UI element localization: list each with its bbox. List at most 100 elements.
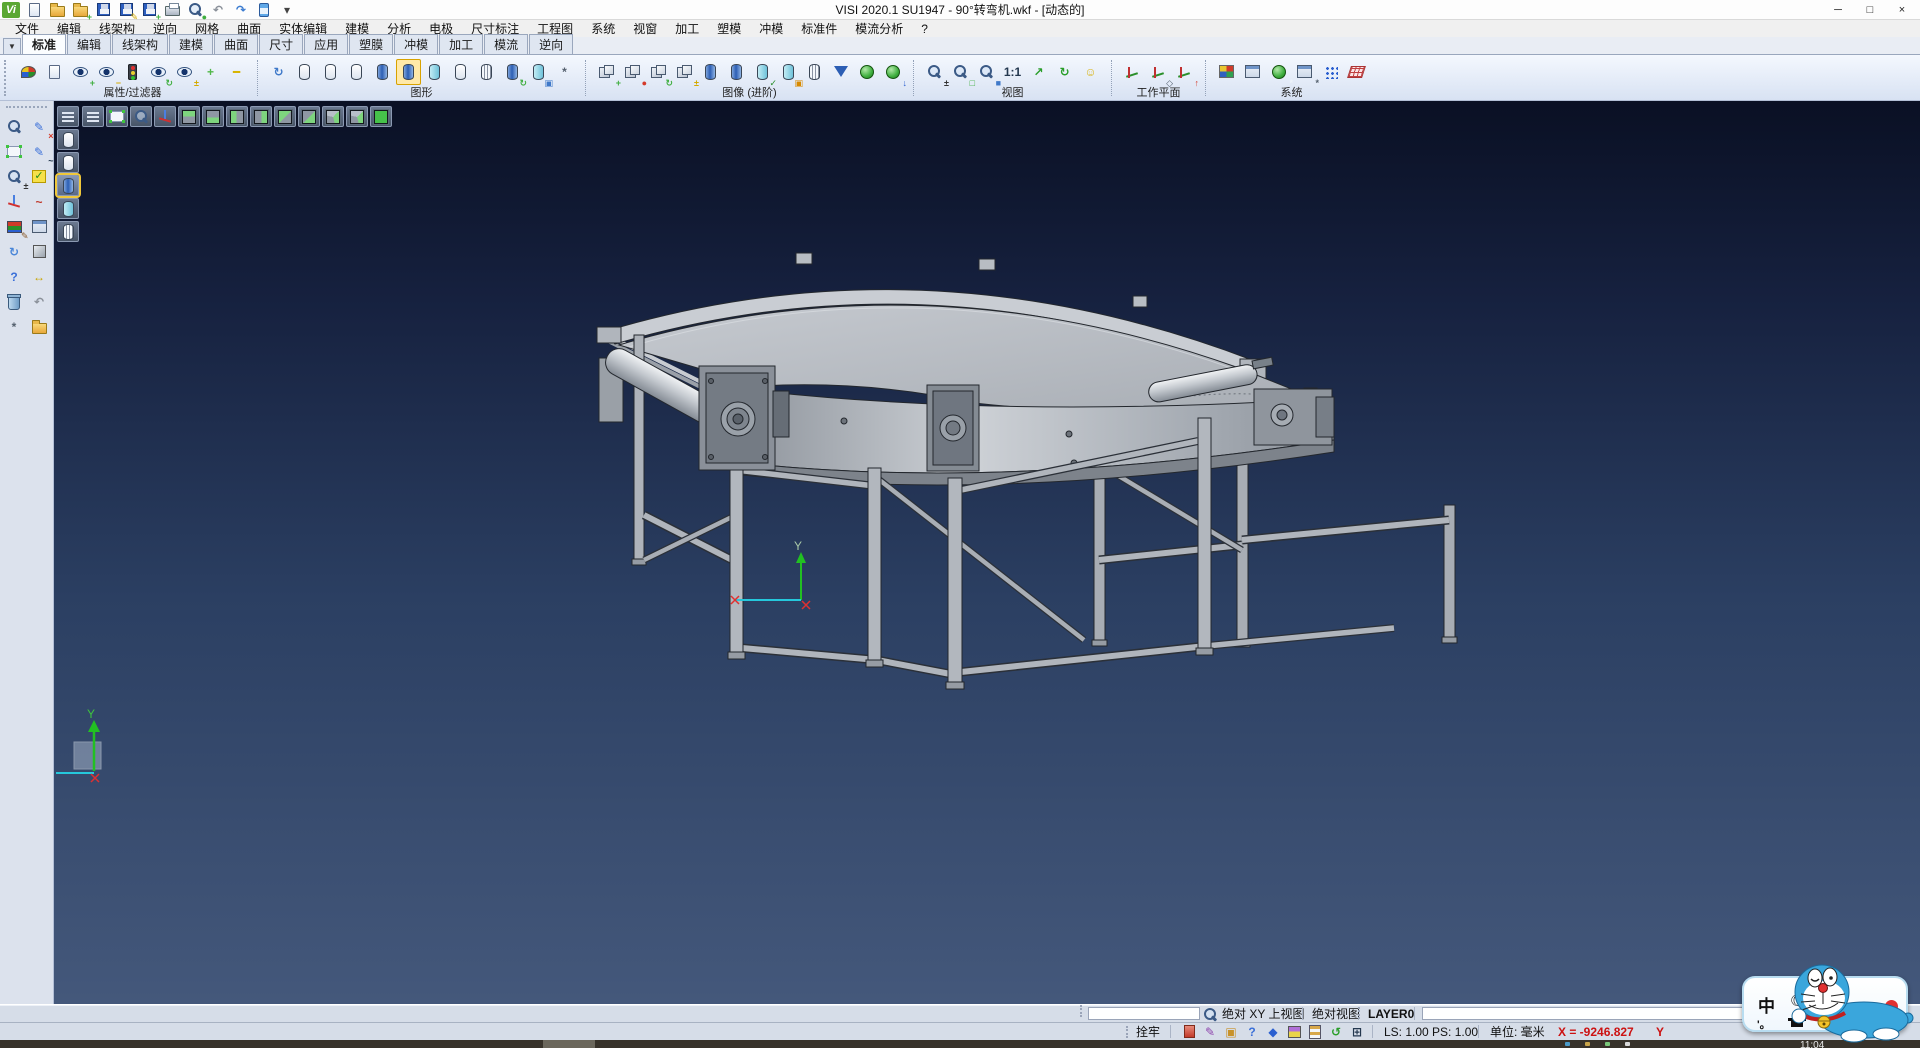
display-button-display-shaded[interactable] <box>57 175 79 196</box>
sidebar-button-selection-box[interactable] <box>2 140 27 163</box>
sidebar-button-preview-zoom[interactable] <box>2 115 27 138</box>
quick-button-save[interactable] <box>93 1 113 19</box>
close-button[interactable]: × <box>1886 1 1918 19</box>
toolbar-button-section-view[interactable] <box>698 59 723 85</box>
status-button-levels[interactable] <box>1306 1024 1324 1040</box>
menu-item-moldflow[interactable]: 模流分析 <box>846 20 912 37</box>
view-button-view-iso-ne[interactable] <box>322 106 344 127</box>
quick-button-history[interactable] <box>254 1 274 19</box>
quick-button-quick-more[interactable]: ▾ <box>277 1 297 19</box>
view-mode-label[interactable]: 绝对 XY 上视图 <box>1222 1005 1304 1022</box>
view-button-view-menu[interactable] <box>82 106 104 127</box>
toolbar-button-section-planes[interactable] <box>724 59 749 85</box>
command-input[interactable] <box>1422 1007 1744 1020</box>
toolbar-button-solids-visibility[interactable]: ● <box>620 59 645 85</box>
toolbar-button-flat-shaded[interactable] <box>448 59 473 85</box>
sidebar-button-confirm-check[interactable]: ✓ <box>27 165 52 188</box>
toolbar-button-workplane-world[interactable] <box>1120 59 1145 85</box>
tray-icon[interactable] <box>1565 1042 1570 1046</box>
status-button-stamp[interactable]: ▣ <box>1222 1024 1240 1040</box>
sidebar-button-context-help[interactable]: ? <box>2 265 27 288</box>
toolbar-button-validate-solid[interactable]: ✓ <box>750 59 775 85</box>
display-button-display-hidden[interactable] <box>57 152 79 173</box>
search-icon[interactable] <box>1203 1006 1218 1023</box>
toolbar-button-hidden-line[interactable] <box>318 59 343 85</box>
toolbar-button-render-quality[interactable]: ↓ <box>880 59 905 85</box>
toolbar-button-hidden-line-dashed[interactable] <box>344 59 369 85</box>
menu-item-system[interactable]: 系统 <box>582 20 624 37</box>
toolbar-button-workplane-3point[interactable]: ↑ <box>1172 59 1197 85</box>
status-button-session-notes[interactable] <box>1180 1024 1198 1040</box>
toolbar-button-shaded[interactable] <box>370 59 395 85</box>
quick-button-preview[interactable]: ● <box>185 1 205 19</box>
tray-icon[interactable] <box>1605 1042 1610 1046</box>
tab-moldflow[interactable]: 模流 <box>484 34 528 54</box>
toolbar-button-workplane-grid[interactable] <box>1344 59 1369 85</box>
sidebar-button-solid-preview[interactable] <box>27 240 52 263</box>
tab-reverse[interactable]: 逆向 <box>529 34 573 54</box>
menu-item-die[interactable]: 冲模 <box>750 20 792 37</box>
toolbar-button-visibility-manager[interactable] <box>120 59 145 85</box>
toolbar-button-show-entities[interactable]: + <box>68 59 93 85</box>
tray-icon[interactable] <box>1585 1042 1590 1046</box>
toolbar-button-window-options[interactable]: * <box>1292 59 1317 85</box>
sidebar-button-curve-edit[interactable]: ~ <box>27 190 52 213</box>
toolbar-button-system-tools[interactable]: * <box>1266 59 1291 85</box>
tab-die[interactable]: 冲模 <box>394 34 438 54</box>
display-button-display-translucent[interactable] <box>57 198 79 219</box>
toolbar-button-wireframe-display[interactable] <box>292 59 317 85</box>
toolbar-button-dynamic-view[interactable]: ☺ <box>1078 59 1103 85</box>
view-button-view-left[interactable] <box>226 106 248 127</box>
toolbar-button-zoom-window[interactable]: □ <box>948 59 973 85</box>
toolbar-button-system-window[interactable] <box>1240 59 1265 85</box>
toolbar-button-filter-properties[interactable] <box>42 59 67 85</box>
view-button-view-bottom[interactable] <box>202 106 224 127</box>
quick-button-new-file[interactable] <box>24 1 44 19</box>
quick-button-redo[interactable]: ↷ <box>231 1 251 19</box>
sidebar-button-sketch-spline[interactable]: ✎~ <box>27 140 52 163</box>
toolbar-button-render-sphere[interactable] <box>854 59 879 85</box>
menu-item-standard-parts[interactable]: 标准件 <box>792 20 846 37</box>
view-button-fit-view[interactable] <box>106 106 128 127</box>
tab-edit[interactable]: 编辑 <box>67 34 111 54</box>
menu-item-mold[interactable]: 塑模 <box>708 20 750 37</box>
toolbar-button-redraw[interactable]: ↻ <box>266 59 291 85</box>
view-button-zoom-view[interactable] <box>130 106 152 127</box>
toolbar-button-snap-grid[interactable] <box>1318 59 1343 85</box>
absolute-view-label[interactable]: 绝对视图 <box>1312 1005 1360 1022</box>
view-button-view-iso-active[interactable] <box>370 106 392 127</box>
view-button-view-iso-nw[interactable] <box>346 106 368 127</box>
status-button-context-info[interactable]: ? <box>1243 1024 1261 1040</box>
sidebar-button-open-project[interactable] <box>27 315 52 338</box>
sidebar-button-delete-entity[interactable] <box>2 290 27 313</box>
toolbar-button-zoom-1-1[interactable]: 1:1 <box>1000 59 1025 85</box>
tray-icon[interactable] <box>1625 1042 1630 1046</box>
tab-standard[interactable]: 标准 <box>22 34 66 54</box>
sidebar-button-measure-distance[interactable]: ↔ <box>27 265 52 288</box>
toolbar-button-show-all[interactable]: + <box>198 59 223 85</box>
toolbar-button-shade-group[interactable]: ↻ <box>500 59 525 85</box>
tab-molding[interactable]: 塑膜 <box>349 34 393 54</box>
sidebar-button-selection-wheel[interactable]: * <box>2 315 27 338</box>
sidebar-button-zoom-toggle[interactable]: ± <box>2 165 27 188</box>
toolbar-button-shade-copy[interactable]: ▣ <box>526 59 551 85</box>
menu-item-window[interactable]: 视窗 <box>624 20 666 37</box>
quick-button-save-as[interactable]: ✎ <box>116 1 136 19</box>
layer-indicator[interactable]: LAYER0 <box>1368 1005 1414 1022</box>
scale-indicator[interactable]: LS: 1.00 PS: 1.00 <box>1384 1023 1478 1040</box>
menu-item-help[interactable]: ? <box>912 22 937 36</box>
maximize-button[interactable]: □ <box>1854 1 1886 19</box>
status-button-grid-toggle[interactable]: ⊞ <box>1348 1024 1366 1040</box>
view-button-view-back[interactable] <box>298 106 320 127</box>
sidebar-button-viewports-layout[interactable] <box>27 215 52 238</box>
lock-toggle[interactable]: 拴牢 <box>1136 1023 1160 1040</box>
viewport-3d[interactable]: Y Y <box>54 101 1920 1004</box>
toolbar-button-add-solids[interactable]: + <box>594 59 619 85</box>
status-button-export-entity[interactable]: ◆ <box>1264 1024 1282 1040</box>
tab-application[interactable]: 应用 <box>304 34 348 54</box>
toolbar-button-hide-all[interactable]: ━ <box>224 59 249 85</box>
sidebar-button-regenerate[interactable]: ↻ <box>2 240 27 263</box>
view-button-view-front[interactable] <box>274 106 296 127</box>
sidebar-button-erase-sketch[interactable]: ✎× <box>27 115 52 138</box>
sidebar-button-layer-manager[interactable]: ✎ <box>2 215 27 238</box>
